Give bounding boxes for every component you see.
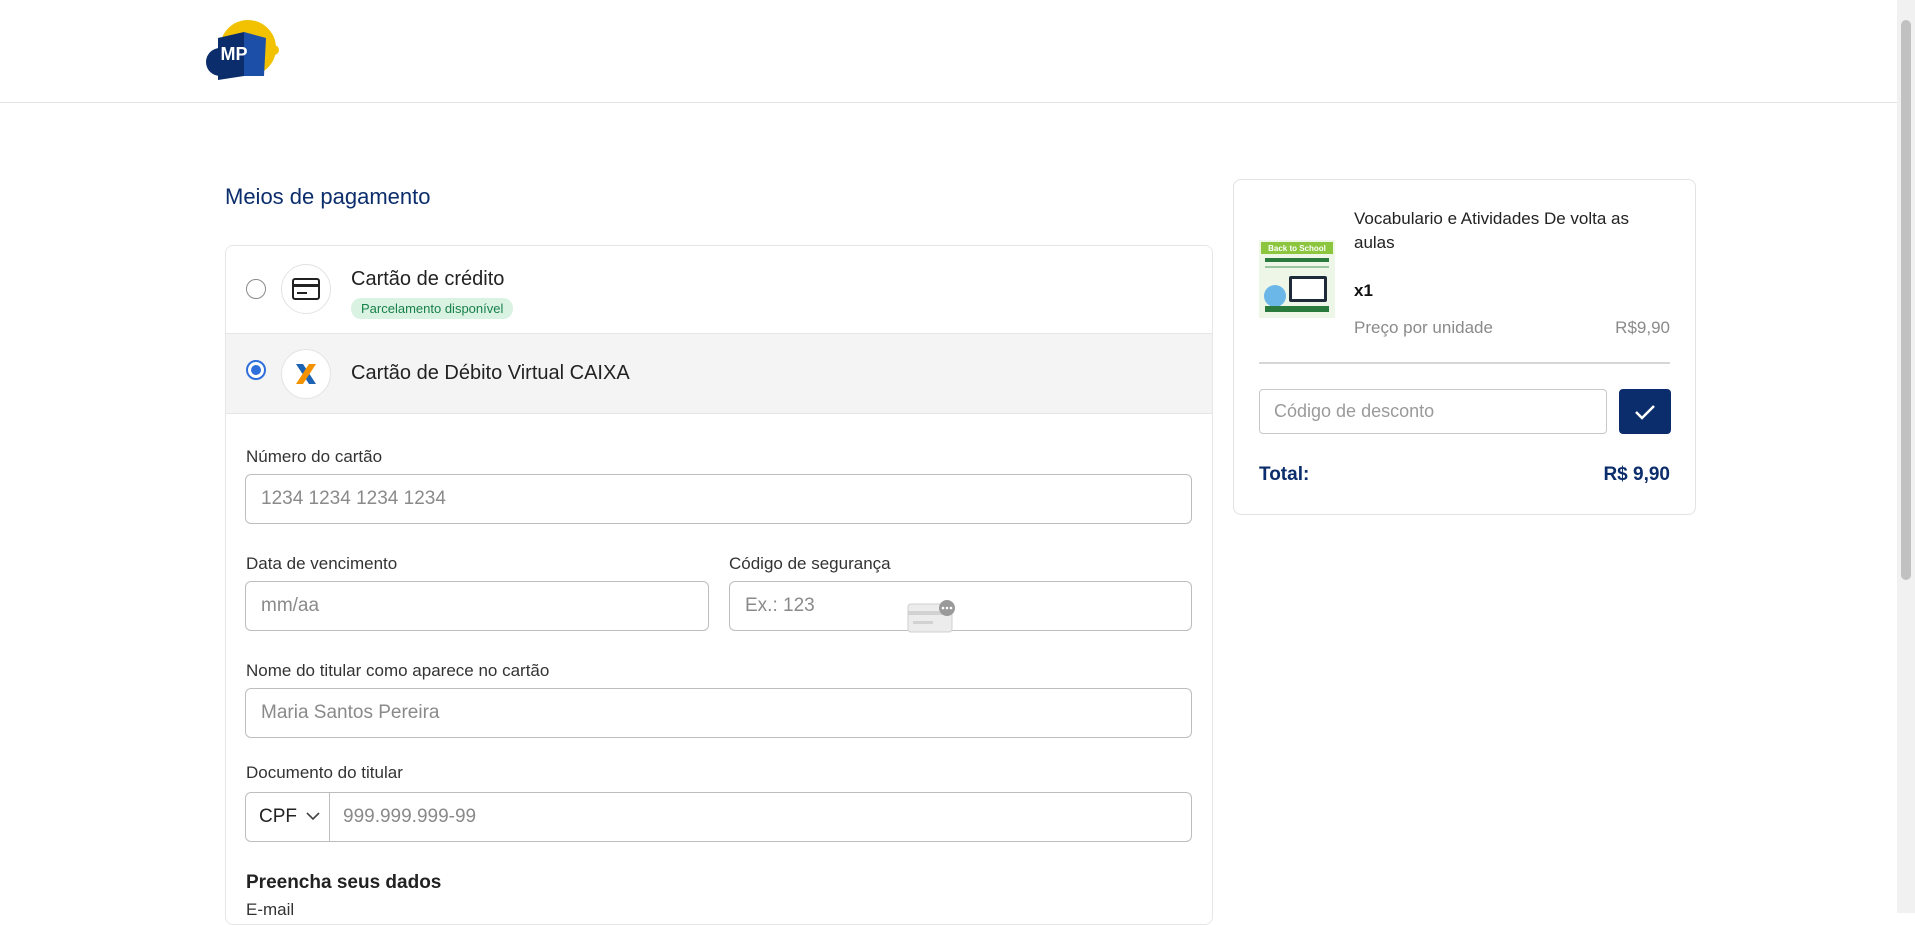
holder-name-label: Nome do titular como aparece no cartão (246, 661, 550, 680)
radio-caixa-debit[interactable] (246, 360, 266, 380)
scrollbar-thumb[interactable] (1901, 20, 1911, 580)
card-number-input[interactable] (245, 474, 1192, 524)
check-icon (1635, 404, 1655, 420)
credit-card-label: Cartão de crédito (351, 268, 505, 290)
unit-price-label: Preço por unidade (1354, 318, 1493, 337)
document-field-group: CPF (245, 792, 1192, 842)
credit-card-icon (281, 264, 331, 314)
expiry-input[interactable] (245, 581, 709, 631)
document-type-select[interactable]: CPF (246, 793, 330, 841)
payment-option-caixa-debit[interactable]: Cartão de Débito Virtual CAIXA (226, 334, 1212, 414)
logo[interactable]: MP (204, 14, 280, 86)
payment-methods-title: Meios de pagamento (225, 184, 431, 209)
caixa-debit-label: Cartão de Débito Virtual CAIXA (351, 362, 630, 384)
summary-divider (1259, 362, 1670, 364)
holder-name-input[interactable] (245, 688, 1192, 738)
svg-text:MP: MP (221, 44, 248, 64)
total-label: Total: (1259, 464, 1310, 485)
apply-discount-button[interactable] (1619, 389, 1671, 434)
installments-badge: Parcelamento disponível (351, 298, 514, 319)
cvv-label: Código de segurança (729, 554, 891, 573)
product-thumbnail: Back to School (1259, 240, 1335, 318)
card-cvv-icon (907, 600, 955, 633)
unit-price-value: R$9,90 (1615, 318, 1670, 337)
fill-data-title: Preencha seus dados (246, 872, 442, 893)
chevron-down-icon (306, 812, 320, 821)
top-header: MP (0, 0, 1897, 103)
product-name: Vocabulario e Atividades De volta as aul… (1354, 209, 1630, 252)
caixa-logo-icon (281, 349, 331, 399)
cvv-input[interactable] (729, 581, 1192, 631)
expiry-label: Data de vencimento (246, 554, 398, 573)
email-label: E-mail (246, 900, 295, 919)
card-number-label: Número do cartão (246, 447, 383, 466)
discount-code-input[interactable] (1259, 389, 1607, 434)
page-scrollbar[interactable] (1897, 0, 1915, 913)
document-type-value: CPF (259, 806, 297, 827)
document-number-input[interactable] (331, 793, 1191, 841)
document-label: Documento do titular (246, 763, 403, 782)
payment-option-credit-card[interactable]: Cartão de crédito Parcelamento disponíve… (226, 246, 1212, 334)
radio-credit-card[interactable] (246, 279, 266, 299)
svg-text:Back to School: Back to School (1268, 244, 1326, 253)
total-value: R$ 9,90 (1603, 464, 1670, 485)
product-quantity: x1 (1354, 281, 1373, 300)
order-summary: Back to School Vocabulario e Atividades … (1233, 179, 1696, 515)
